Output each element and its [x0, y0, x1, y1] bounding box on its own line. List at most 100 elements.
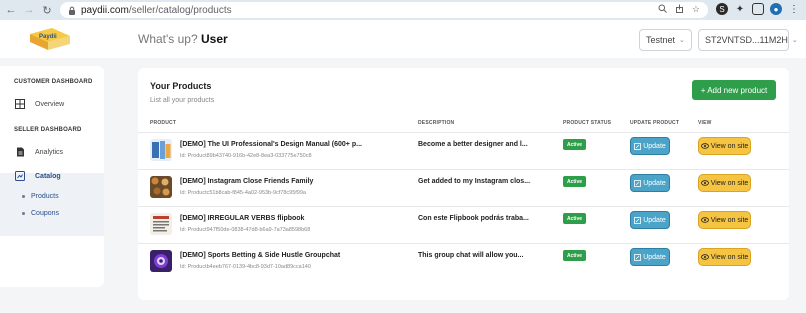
- products-card: Your Products List all your products + A…: [138, 68, 789, 300]
- catalog-icon: [14, 170, 26, 182]
- user-name: User: [201, 32, 228, 46]
- sidebar-item-analytics[interactable]: Analytics: [14, 146, 63, 158]
- product-description: Get added to my Instagram clos...: [418, 178, 531, 185]
- product-id: Id: Productb4eeb767-0139-4bc8-93d7-10ad8…: [180, 264, 311, 270]
- extension-s-icon[interactable]: S: [716, 3, 728, 15]
- view-label: View on site: [710, 216, 749, 224]
- extensions-puzzle-icon[interactable]: ✦: [734, 3, 746, 15]
- catalog-section: [0, 173, 104, 236]
- add-product-button[interactable]: + Add new product: [692, 80, 776, 100]
- update-button[interactable]: Update: [630, 174, 670, 192]
- sidebar-item-label: Analytics: [35, 148, 64, 156]
- side-panel-icon[interactable]: [752, 3, 764, 15]
- wallet-dropdown[interactable]: ST2VNTSD...11M2H ⌄: [698, 29, 798, 51]
- edit-icon: [634, 142, 642, 150]
- lock-icon: [68, 6, 76, 15]
- status-badge: Active: [563, 176, 587, 187]
- view-on-site-button[interactable]: View on site: [698, 137, 751, 155]
- bullet-icon: [22, 195, 25, 198]
- view-on-site-button[interactable]: View on site: [698, 248, 751, 266]
- product-description: This group chat will allow you...: [418, 252, 524, 259]
- status-badge: Active: [563, 213, 587, 224]
- profile-avatar-icon[interactable]: ●: [770, 3, 782, 15]
- product-thumbnail: [150, 213, 172, 235]
- sidebar-item-catalog[interactable]: Catalog: [14, 170, 61, 182]
- eye-icon: [700, 143, 709, 149]
- view-label: View on site: [710, 253, 749, 261]
- network-label: Testnet: [646, 35, 676, 45]
- page-title: Your Products: [150, 81, 212, 91]
- wallet-address: ST2VNTSD...11M2H: [705, 35, 788, 45]
- sidebar-subitem-label: Products: [31, 193, 59, 200]
- product-name: [DEMO] Sports Betting & Side Hustle Grou…: [180, 252, 341, 259]
- eye-icon: [700, 254, 709, 260]
- sidebar-item-overview[interactable]: Overview: [14, 98, 64, 110]
- product-name: [DEMO] Instagram Close Friends Family: [180, 178, 314, 185]
- browser-menu-icon[interactable]: ⋮: [788, 3, 800, 15]
- sidebar: CUSTOMER DASHBOARD Overview SELLER DASHB…: [0, 58, 110, 313]
- table-row: [DEMO] Instagram Close Friends Family Id…: [138, 169, 789, 206]
- update-label: Update: [643, 179, 666, 187]
- view-label: View on site: [710, 179, 749, 187]
- update-label: Update: [643, 216, 666, 224]
- back-icon[interactable]: ←: [4, 3, 18, 17]
- update-button[interactable]: Update: [630, 211, 670, 229]
- product-description: Become a better designer and l...: [418, 141, 528, 148]
- grid-icon: [14, 98, 26, 110]
- column-header-update: UPDATE PRODUCT: [630, 120, 680, 126]
- product-name: [DEMO] IRREGULAR VERBS flipbook: [180, 215, 305, 222]
- update-button[interactable]: Update: [630, 137, 670, 155]
- column-header-view: VIEW: [698, 120, 712, 126]
- edit-icon: [634, 216, 642, 224]
- bullet-icon: [22, 212, 25, 215]
- table-row: [DEMO] IRREGULAR VERBS flipbook Id: Prod…: [138, 206, 789, 243]
- paydii-logo[interactable]: Paydii: [26, 26, 74, 52]
- chevron-down-icon: ⌄: [791, 37, 798, 44]
- chevron-down-icon: ⌄: [679, 37, 685, 44]
- sidebar-subitem-label: Coupons: [31, 210, 60, 217]
- column-header-product: PRODUCT: [150, 120, 177, 126]
- update-button[interactable]: Update: [630, 248, 670, 266]
- url-path: /seller/catalog/products: [128, 4, 232, 16]
- reload-icon[interactable]: ↻: [40, 3, 54, 17]
- eye-icon: [700, 217, 709, 223]
- sidebar-item-label: Catalog: [35, 172, 61, 180]
- edit-icon: [634, 179, 642, 187]
- url-host: paydii.com: [81, 4, 129, 16]
- product-thumbnail: [150, 250, 172, 272]
- product-thumbnail: [150, 139, 172, 161]
- bookmark-star-icon[interactable]: ☆: [692, 4, 700, 15]
- product-id: Id: Productc51b8cab-f845-4a02-953b-9cf78…: [180, 190, 306, 196]
- column-header-description: DESCRIPTION: [418, 120, 455, 126]
- column-header-status: PRODUCT STATUS: [563, 120, 612, 126]
- customer-dashboard-heading: CUSTOMER DASHBOARD: [14, 79, 93, 85]
- edit-icon: [634, 253, 642, 261]
- browser-toolbar: ← → ↻ paydii.com/seller/catalog/products…: [0, 0, 806, 20]
- view-on-site-button[interactable]: View on site: [698, 174, 751, 192]
- forward-icon[interactable]: →: [22, 3, 36, 17]
- update-label: Update: [643, 142, 666, 150]
- zoom-icon[interactable]: [658, 4, 667, 15]
- seller-dashboard-heading: SELLER DASHBOARD: [14, 127, 82, 133]
- table-row: [DEMO] The UI Professional's Design Manu…: [138, 132, 789, 169]
- sidebar-panel: CUSTOMER DASHBOARD Overview SELLER DASHB…: [0, 66, 104, 287]
- share-icon[interactable]: [675, 4, 684, 15]
- status-badge: Active: [563, 139, 587, 150]
- sidebar-item-label: Overview: [35, 100, 65, 108]
- status-badge: Active: [563, 250, 587, 261]
- product-description: Con este Flipbook podrás traba...: [418, 215, 529, 222]
- product-name: [DEMO] The UI Professional's Design Manu…: [180, 141, 362, 148]
- greeting: What's up? User: [138, 32, 228, 46]
- page-subtitle: List all your products: [150, 97, 215, 104]
- product-thumbnail: [150, 176, 172, 198]
- sidebar-subitem-products[interactable]: Products: [22, 193, 59, 200]
- address-bar[interactable]: paydii.com/seller/catalog/products ☆: [60, 2, 708, 18]
- view-on-site-button[interactable]: View on site: [698, 211, 751, 229]
- sidebar-subitem-coupons[interactable]: Coupons: [22, 210, 59, 217]
- update-label: Update: [643, 253, 666, 261]
- eye-icon: [700, 180, 709, 186]
- product-id: Id: Product89b43740-916b-42e8-8ea3-03377…: [180, 153, 312, 159]
- network-dropdown[interactable]: Testnet ⌄: [639, 29, 692, 51]
- app-header: Paydii What's up? User Testnet ⌄ ST2VNTS…: [0, 20, 806, 58]
- greeting-prefix: What's up?: [138, 32, 198, 46]
